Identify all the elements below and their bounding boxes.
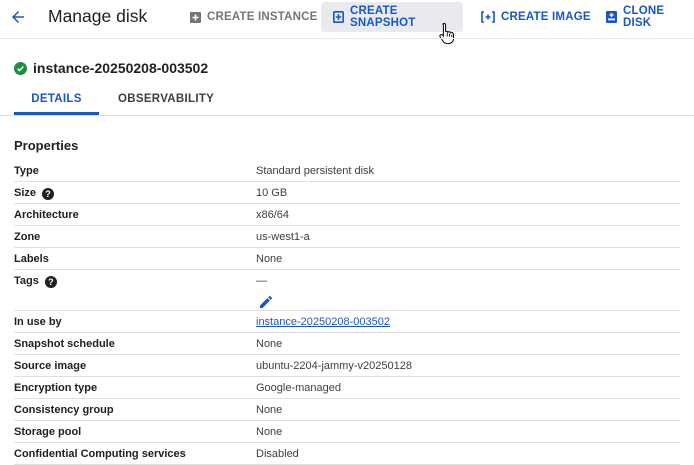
property-value: — [256, 275, 267, 287]
property-value: None [256, 398, 680, 421]
property-key: Confidential Computing services [14, 442, 256, 465]
property-value: Standard persistent disk [256, 160, 680, 182]
property-value: x86/64 [256, 203, 680, 226]
table-row: Encryption type Google-managed [14, 376, 680, 399]
property-key: Architecture [14, 203, 256, 226]
table-row: Size? 10 GB [14, 181, 680, 204]
table-row: Architecture x86/64 [14, 203, 680, 226]
property-key: Encryption type [14, 376, 256, 399]
table-row: Confidential Computing services Disabled [14, 442, 680, 465]
property-value: us-west1-a [256, 225, 680, 248]
property-key-cell: Size? [14, 181, 256, 204]
table-row: Labels None [14, 247, 680, 270]
create-instance-icon [190, 11, 201, 23]
table-row: In use by instance-20250208-003502 [14, 310, 680, 333]
property-key: Storage pool [14, 420, 256, 443]
instance-name: instance-20250208-003502 [33, 60, 209, 76]
table-row: Source image ubuntu-2204-jammy-v20250128 [14, 354, 680, 377]
property-key: In use by [14, 310, 256, 333]
snapshot-icon [333, 11, 344, 23]
hand-pointer-icon [439, 22, 454, 44]
clone-disk-icon [606, 11, 617, 23]
in-use-by-link[interactable]: instance-20250208-003502 [256, 316, 390, 328]
tab-observability[interactable]: OBSERVABILITY [118, 86, 214, 115]
table-row: Consistency group None [14, 398, 680, 421]
table-row: Tags? — [14, 269, 680, 311]
property-key: Zone [14, 225, 256, 248]
property-value: None [256, 247, 680, 270]
create-instance-button[interactable]: CREATE INSTANCE [190, 2, 318, 32]
property-key: Type [14, 160, 256, 182]
clone-disk-label: CLONE DISK [623, 5, 665, 29]
check-circle-icon [14, 61, 27, 75]
clone-disk-button[interactable]: CLONE DISK [606, 2, 694, 32]
property-value: None [256, 420, 680, 443]
table-row: Snapshot schedule None [14, 332, 680, 355]
table-row: Storage pool None [14, 420, 680, 443]
table-row: Zone us-west1-a [14, 225, 680, 248]
pencil-icon[interactable] [258, 294, 274, 310]
page-title: Manage disk [48, 6, 148, 26]
property-key-cell: Tags? [14, 269, 256, 311]
header-divider [0, 38, 694, 39]
create-image-icon [481, 11, 495, 23]
property-value: ubuntu-2204-jammy-v20250128 [256, 354, 680, 377]
create-instance-label: CREATE INSTANCE [207, 11, 318, 23]
top-toolbar: Manage disk CREATE INSTANCE CREATE SNAPS… [0, 0, 694, 44]
property-value-cell: instance-20250208-003502 [256, 310, 680, 333]
property-key: Snapshot schedule [14, 332, 256, 355]
tab-details[interactable]: DETAILS [14, 86, 99, 115]
help-icon[interactable]: ? [42, 188, 55, 200]
property-value: Disabled [256, 442, 680, 465]
property-key: Labels [14, 247, 256, 270]
property-key: Source image [14, 354, 256, 377]
property-key: Consistency group [14, 398, 256, 421]
create-image-label: CREATE IMAGE [501, 11, 591, 23]
property-key: Tags [14, 275, 39, 287]
property-key: Size [14, 187, 37, 199]
properties-table: Type Standard persistent disk Size? 10 G… [14, 160, 680, 465]
instance-heading: instance-20250208-003502 [14, 60, 208, 76]
help-icon[interactable]: ? [44, 276, 57, 288]
create-image-button[interactable]: CREATE IMAGE [481, 2, 591, 32]
back-button[interactable] [6, 5, 30, 29]
property-value-cell: — [256, 269, 680, 311]
property-value: None [256, 332, 680, 355]
tabs-divider [0, 115, 694, 116]
property-value: Google-managed [256, 376, 680, 399]
arrow-left-icon [12, 11, 24, 23]
property-value: 10 GB [256, 181, 680, 204]
properties-heading: Properties [14, 138, 79, 153]
table-row: Type Standard persistent disk [14, 160, 680, 182]
